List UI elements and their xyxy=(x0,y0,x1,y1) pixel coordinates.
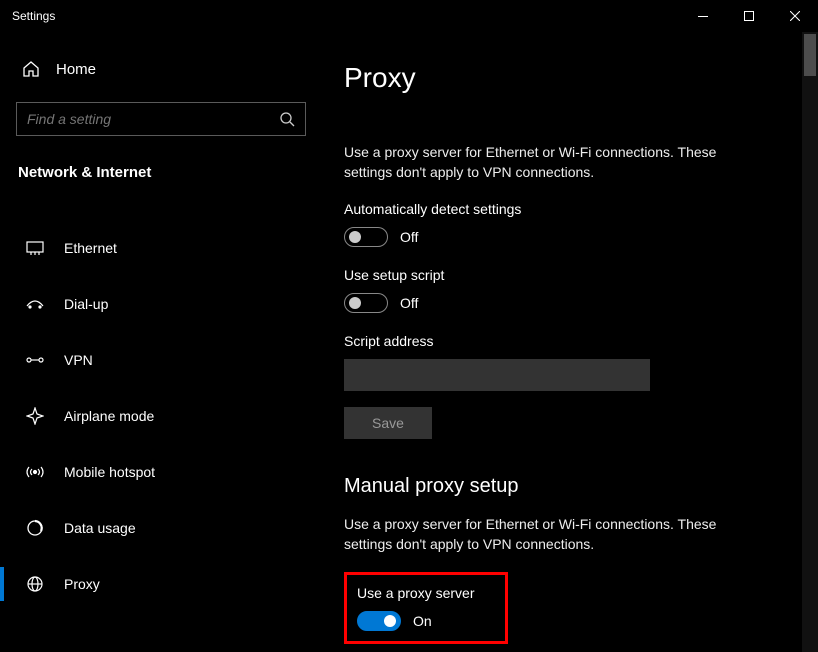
sidebar-section-label: Network & Internet xyxy=(12,154,312,191)
sidebar-item-label: Mobile hotspot xyxy=(64,464,155,480)
sidebar-item-proxy[interactable]: Proxy xyxy=(12,563,312,605)
use-script-state: Off xyxy=(400,295,418,311)
content-pane: Proxy Use a proxy server for Ethernet or… xyxy=(320,32,818,652)
use-script-label: Use setup script xyxy=(344,267,818,283)
auto-detect-label: Automatically detect settings xyxy=(344,201,818,217)
proxy-auto-description: Use a proxy server for Ethernet or Wi-Fi… xyxy=(344,142,764,183)
highlight-box: Use a proxy server On xyxy=(344,572,508,644)
airplane-icon xyxy=(26,407,44,425)
maximize-button[interactable] xyxy=(726,0,772,32)
sidebar: Home Network & Internet Ethernet xyxy=(0,32,320,652)
sidebar-item-vpn[interactable]: VPN xyxy=(12,339,312,381)
data-usage-icon xyxy=(26,519,44,537)
close-button[interactable] xyxy=(772,0,818,32)
vpn-icon xyxy=(26,351,44,369)
hotspot-icon xyxy=(26,463,44,481)
scrollbar-thumb[interactable] xyxy=(804,34,816,76)
window-title: Settings xyxy=(12,9,55,23)
home-label: Home xyxy=(56,61,96,78)
titlebar: Settings xyxy=(0,0,818,32)
sidebar-item-label: Airplane mode xyxy=(64,408,154,424)
minimize-button[interactable] xyxy=(680,0,726,32)
use-proxy-toggle[interactable] xyxy=(357,611,401,631)
sidebar-item-dialup[interactable]: Dial-up xyxy=(12,283,312,325)
ethernet-icon xyxy=(26,239,44,257)
use-proxy-state: On xyxy=(413,613,432,629)
sidebar-item-ethernet[interactable]: Ethernet xyxy=(12,227,312,269)
proxy-manual-description: Use a proxy server for Ethernet or Wi-Fi… xyxy=(344,514,764,555)
sidebar-item-airplane[interactable]: Airplane mode xyxy=(12,395,312,437)
sidebar-item-label: Proxy xyxy=(64,576,100,592)
search-input[interactable] xyxy=(27,111,279,127)
sidebar-item-label: VPN xyxy=(64,352,93,368)
auto-detect-toggle[interactable] xyxy=(344,227,388,247)
search-icon xyxy=(279,111,295,127)
script-address-label: Script address xyxy=(344,333,818,349)
script-address-input[interactable] xyxy=(344,359,650,391)
auto-detect-state: Off xyxy=(400,229,418,245)
sidebar-item-label: Dial-up xyxy=(64,296,108,312)
home-nav[interactable]: Home xyxy=(12,50,312,88)
home-icon xyxy=(22,60,40,78)
use-proxy-label: Use a proxy server xyxy=(357,585,491,601)
page-title: Proxy xyxy=(344,62,818,94)
use-script-toggle[interactable] xyxy=(344,293,388,313)
scrollbar[interactable] xyxy=(802,32,818,652)
dialup-icon xyxy=(26,295,44,313)
sidebar-item-label: Ethernet xyxy=(64,240,117,256)
save-button[interactable]: Save xyxy=(344,407,432,439)
globe-icon xyxy=(26,575,44,593)
sidebar-item-label: Data usage xyxy=(64,520,136,536)
sidebar-item-hotspot[interactable]: Mobile hotspot xyxy=(12,451,312,493)
window-controls xyxy=(680,0,818,32)
search-box[interactable] xyxy=(16,102,306,136)
manual-proxy-heading: Manual proxy setup xyxy=(344,475,818,498)
sidebar-item-datausage[interactable]: Data usage xyxy=(12,507,312,549)
